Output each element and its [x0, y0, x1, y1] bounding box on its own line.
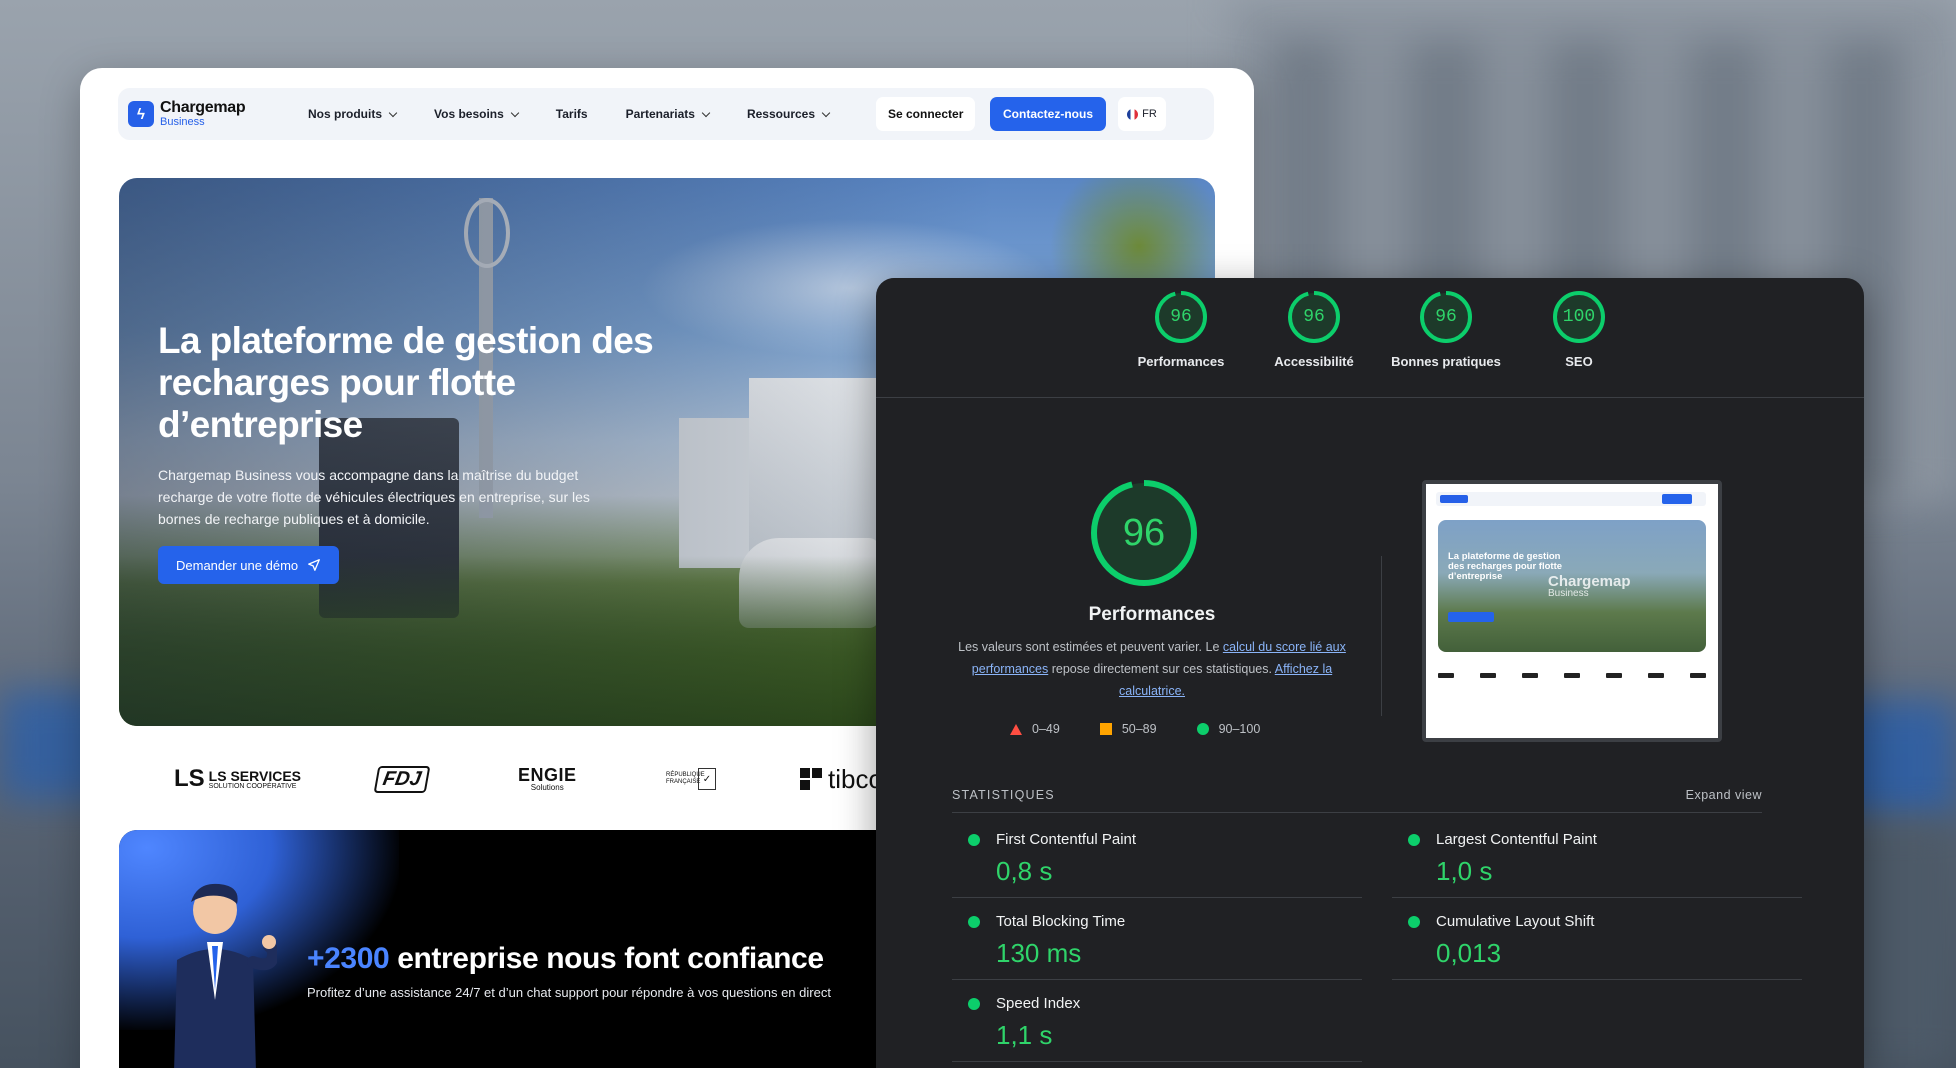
metrics-title: STATISTIQUES — [952, 788, 1055, 802]
thumbnail-brand: Chargemap Business — [1548, 573, 1631, 599]
expand-view-toggle[interactable]: Expand view — [1686, 788, 1762, 802]
main-performance-gauge: 96 — [1089, 478, 1199, 588]
gauge-label: SEO — [1565, 354, 1593, 369]
metric-speed-index: Speed Index 1,1 s — [952, 980, 1362, 1062]
fail-triangle-icon — [1010, 723, 1022, 735]
menu-item-pricing[interactable]: Tarifs — [556, 107, 588, 121]
demo-request-button[interactable]: Demander une démo — [158, 546, 340, 584]
customer-count: +2300 — [307, 942, 390, 975]
pass-circle-icon — [1408, 916, 1420, 928]
trust-subtitle: Profitez d’une assistance 24/7 et d’un c… — [307, 985, 831, 1000]
metric-fcp: First Contentful Paint 0,8 s — [952, 816, 1362, 898]
trust-title: +2300 entreprise nous font confiance — [307, 942, 824, 975]
average-square-icon — [1099, 723, 1112, 735]
menu-item-resources[interactable]: Ressources — [747, 107, 831, 121]
brand-logo[interactable]: ϟ Chargemap Business — [128, 100, 268, 128]
score-explanation: Les valeurs sont estimées et peuvent var… — [958, 640, 1346, 698]
main-menu: Nos produits Vos besoins Tarifs Partenar… — [308, 107, 867, 121]
menu-item-partners[interactable]: Partenariats — [626, 107, 711, 121]
gauge-accessibility[interactable]: 96 Accessibilité — [1254, 290, 1374, 369]
hero-title: La plateforme de gestion des recharges p… — [158, 320, 654, 445]
chevron-down-icon — [388, 108, 398, 117]
pass-circle-icon — [968, 998, 980, 1010]
engie-logo: ENGIE Solutions — [518, 765, 577, 792]
chevron-down-icon — [701, 108, 711, 117]
chevron-down-icon — [821, 108, 831, 117]
top-navbar: ϟ Chargemap Business Nos produits Vos be… — [118, 88, 1214, 140]
language-selector[interactable]: FR — [1118, 97, 1166, 131]
metrics-header: STATISTIQUES Expand view — [952, 788, 1762, 813]
main-score: 96 — [1122, 511, 1166, 554]
fdj-logo: FDJ — [373, 765, 431, 793]
login-button[interactable]: Se connecter — [876, 97, 976, 131]
send-icon — [308, 559, 321, 571]
contact-button[interactable]: Contactez-nous — [990, 97, 1106, 131]
gauge-label: Performances — [1137, 354, 1225, 369]
pass-circle-icon — [1408, 834, 1420, 846]
ls-services-logo: LS LS SERVICES SOLUTION COOPÉRATIVE — [174, 765, 301, 792]
brand-sub: Business — [160, 116, 205, 128]
divider — [1381, 556, 1382, 716]
metric-cls: Cumulative Layout Shift 0,013 — [1392, 898, 1802, 980]
republique-francaise-logo: RÉPUBLIQUE FRANÇAISE ✓ — [666, 768, 716, 790]
tibco-logo: tibco — [800, 764, 883, 795]
pass-circle-icon — [968, 916, 980, 928]
pass-circle-icon — [1196, 723, 1209, 735]
metric-lcp: Largest Contentful Paint 1,0 s — [1392, 816, 1802, 898]
menu-item-products[interactable]: Nos produits — [308, 107, 398, 121]
brand-name: Chargemap — [160, 99, 246, 116]
menu-item-needs[interactable]: Vos besoins — [434, 107, 520, 121]
businessman-illustration — [174, 883, 277, 1068]
score-gauges: 96 Performances 96 Accessibilité 96 Bonn… — [876, 278, 1864, 398]
gauge-seo[interactable]: 100 SEO — [1519, 290, 1639, 369]
french-flag-icon — [1127, 108, 1139, 120]
score-legend: 0–49 50–89 90–100 — [1010, 722, 1300, 736]
lighthouse-report: 96 Performances 96 Accessibilité 96 Bonn… — [876, 278, 1864, 1068]
chargemap-logo-icon: ϟ — [128, 101, 154, 127]
gauge-label: Bonnes pratiques — [1391, 354, 1501, 369]
gauge-label: Accessibilité — [1274, 354, 1354, 369]
pass-circle-icon — [968, 834, 980, 846]
metric-tbt: Total Blocking Time 130 ms — [952, 898, 1362, 980]
chevron-down-icon — [510, 108, 520, 117]
hero-description: Chargemap Business vous accompagne dans … — [158, 467, 590, 527]
main-category-title: Performances — [1088, 604, 1216, 625]
gauge-best-practices[interactable]: 96 Bonnes pratiques — [1386, 290, 1506, 369]
page-screenshot-thumbnail[interactable]: La plateforme de gestion des recharges p… — [1422, 480, 1722, 742]
gauge-performance[interactable]: 96 Performances — [1121, 290, 1241, 369]
